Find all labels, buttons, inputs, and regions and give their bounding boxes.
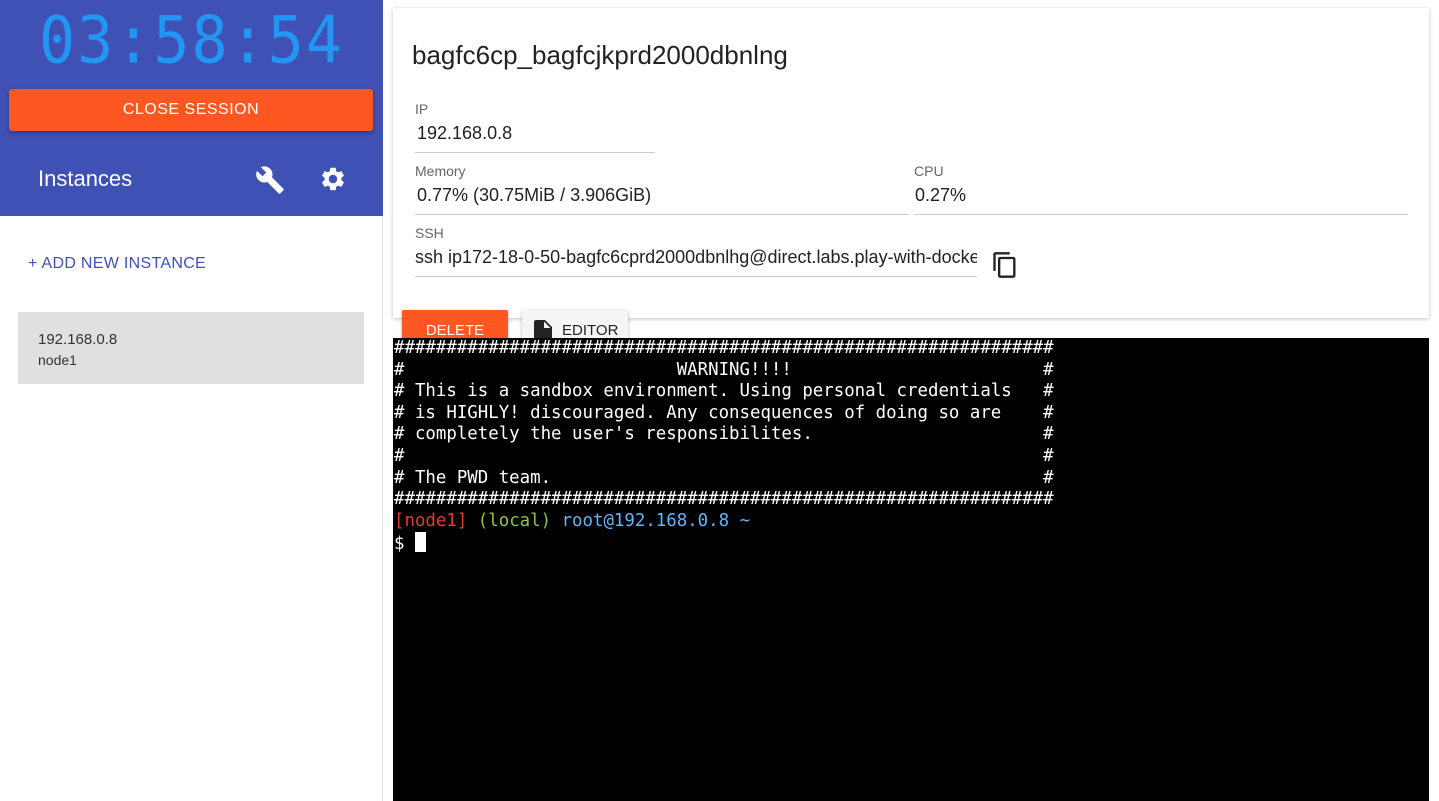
copy-icon[interactable] — [991, 249, 1019, 281]
memory-label: Memory — [415, 163, 466, 179]
ip-label: IP — [415, 101, 429, 117]
instance-hostname: node1 — [38, 352, 77, 368]
cpu-label: CPU — [914, 163, 944, 179]
instances-title: Instances — [38, 166, 133, 191]
terminal-line: ########################################… — [394, 338, 1054, 358]
terminal-line: # is HIGHLY! discouraged. Any consequenc… — [394, 402, 1054, 423]
wrench-icon[interactable] — [255, 165, 285, 195]
prompt-local: (local) — [477, 510, 552, 531]
terminal-line: # completely the user's responsibilites.… — [394, 424, 1054, 445]
add-instance-button[interactable]: + ADD NEW INSTANCE — [28, 255, 206, 273]
ip-field[interactable]: 192.168.0.8 — [415, 123, 655, 153]
sidebar-header: 03:58:54 CLOSE SESSION Instances — [0, 0, 383, 216]
prompt-tilde: ~ — [739, 510, 751, 531]
cpu-field[interactable]: 0.27% — [914, 185, 1408, 215]
prompt-host: root@192.168.0.8 — [561, 510, 730, 531]
ssh-label: SSH — [415, 225, 444, 241]
sidebar: 03:58:54 CLOSE SESSION Instances + ADD N… — [0, 0, 383, 801]
terminal-line: # # — [394, 445, 1054, 466]
prompt-dollar: $ — [394, 534, 415, 555]
session-timer: 03:58:54 — [39, 3, 344, 79]
terminal-line: ########################################… — [394, 489, 1054, 510]
memory-field[interactable]: 0.77% (30.75MiB / 3.906GiB) — [415, 185, 909, 215]
terminal-line: # This is a sandbox environment. Using p… — [394, 381, 1054, 402]
close-session-button[interactable]: CLOSE SESSION — [9, 89, 373, 131]
gear-icon[interactable] — [319, 165, 347, 193]
terminal-prompt-line: [node1] (local) root@192.168.0.8 ~ — [394, 511, 1429, 533]
instance-list-item[interactable]: 192.168.0.8 node1 — [18, 312, 364, 384]
terminal-cursor — [414, 532, 426, 553]
ssh-field[interactable]: ssh ip172-18-0-50-bagfc6cprd2000dbnlhg@d… — [415, 247, 977, 277]
terminal-input-line[interactable]: $ — [394, 532, 1429, 556]
instance-details-card: bagfc6cp_bagfcjkprd2000dbnlng IP 192.168… — [393, 8, 1429, 318]
instance-name: bagfc6cp_bagfcjkprd2000dbnlng — [412, 40, 788, 70]
prompt-node: [node1] — [394, 510, 468, 531]
terminal-line: # WARNING!!!! # — [394, 359, 1054, 380]
instance-ip: 192.168.0.8 — [38, 331, 118, 348]
terminal-line: # The PWD team. # — [394, 467, 1054, 488]
delete-button[interactable]: DELETE — [402, 310, 508, 340]
terminal[interactable]: ########################################… — [393, 338, 1429, 801]
